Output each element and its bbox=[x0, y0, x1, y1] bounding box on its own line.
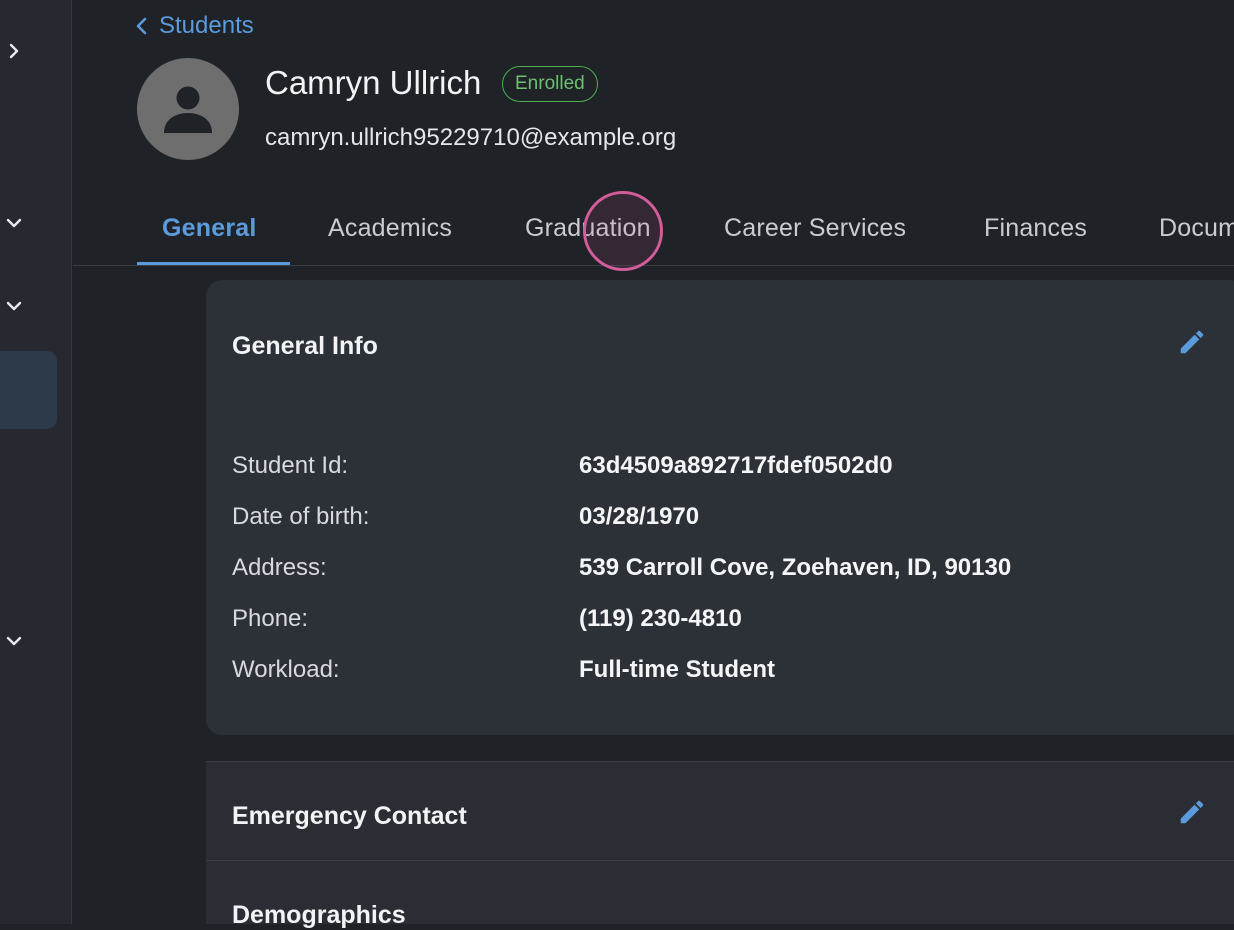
info-value: 63d4509a892717fdef0502d0 bbox=[579, 452, 893, 479]
avatar bbox=[137, 58, 239, 160]
emergency-contact-title: Emergency Contact bbox=[232, 802, 467, 830]
main-content: Students Camryn Ullrich Enrolled camryn.… bbox=[73, 0, 1234, 929]
student-email: camryn.ullrich95229710@example.org bbox=[265, 124, 677, 151]
general-info-title: General Info bbox=[232, 332, 378, 360]
tab-graduation[interactable]: Graduation bbox=[525, 190, 651, 266]
demographics-title: Demographics bbox=[232, 901, 406, 929]
tab-documents[interactable]: Documents bbox=[1159, 190, 1234, 266]
sidebar bbox=[0, 0, 72, 924]
info-value: Full-time Student bbox=[579, 656, 775, 683]
chevron-down-icon bbox=[6, 218, 22, 228]
demographics-section[interactable]: Demographics bbox=[206, 860, 1234, 929]
info-label: Address: bbox=[232, 554, 327, 581]
emergency-contact-section[interactable]: Emergency Contact bbox=[206, 761, 1234, 861]
sidebar-item-active[interactable] bbox=[0, 351, 57, 429]
info-label: Date of birth: bbox=[232, 503, 370, 530]
sidebar-expand-button[interactable] bbox=[0, 37, 28, 65]
pencil-icon bbox=[1180, 800, 1204, 824]
tab-finances[interactable]: Finances bbox=[984, 190, 1087, 266]
sidebar-group-toggle-1[interactable] bbox=[0, 209, 28, 237]
active-tab-indicator bbox=[137, 262, 290, 265]
tab-general[interactable]: General bbox=[162, 190, 257, 266]
back-to-students-link[interactable]: Students bbox=[135, 12, 254, 40]
edit-general-info-button[interactable] bbox=[1174, 324, 1210, 360]
info-value: 539 Carroll Cove, Zoehaven, ID, 90130 bbox=[579, 554, 1012, 581]
student-name: Camryn Ullrich bbox=[265, 64, 482, 101]
pencil-icon bbox=[1180, 330, 1204, 354]
chevron-down-icon bbox=[6, 636, 22, 646]
info-label: Workload: bbox=[232, 656, 340, 683]
chevron-down-icon bbox=[6, 301, 22, 311]
back-link-label: Students bbox=[159, 12, 254, 39]
info-label: Student Id: bbox=[232, 452, 349, 479]
sidebar-group-toggle-2[interactable] bbox=[0, 292, 28, 320]
general-info-card: General Info Student Id: 63d4509a892717f… bbox=[206, 280, 1234, 735]
sidebar-group-toggle-3[interactable] bbox=[0, 627, 28, 655]
chevron-right-icon bbox=[9, 43, 19, 59]
info-label: Phone: bbox=[232, 605, 309, 632]
chevron-left-icon bbox=[136, 17, 147, 35]
info-value: (119) 230-4810 bbox=[579, 605, 742, 632]
info-value: 03/28/1970 bbox=[579, 503, 700, 530]
status-badge: Enrolled bbox=[502, 66, 598, 102]
person-icon bbox=[164, 86, 212, 133]
tab-bar: General Academics Graduation Career Serv… bbox=[73, 190, 1234, 266]
tab-academics[interactable]: Academics bbox=[328, 190, 452, 266]
edit-emergency-contact-button[interactable] bbox=[1174, 794, 1210, 830]
tab-career-services[interactable]: Career Services bbox=[724, 190, 906, 266]
